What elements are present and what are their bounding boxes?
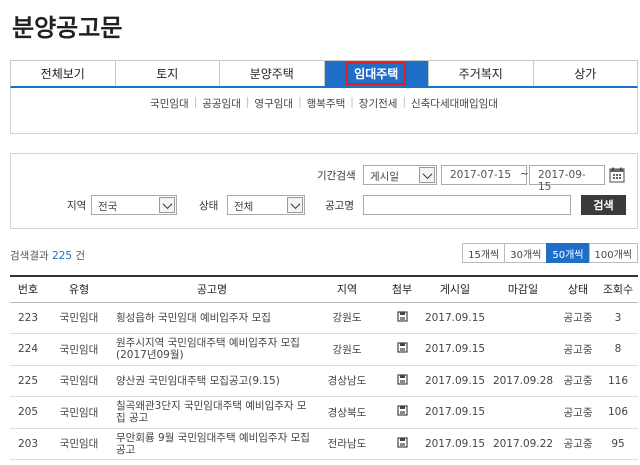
table-row[interactable]: 203 국민임대 무안회룡 9월 국민임대주택 예비입주자 모집 공고 전라남도… bbox=[10, 428, 638, 460]
tab-land[interactable]: 토지 bbox=[115, 61, 220, 86]
table-row[interactable]: 224 국민임대 원주시지역 국민임대주택 예비입주자 모집 (2017년09월… bbox=[10, 333, 638, 366]
col-header-no[interactable]: 번호 bbox=[10, 276, 46, 302]
file-icon[interactable] bbox=[396, 374, 408, 385]
tab-commercial[interactable]: 상가 bbox=[533, 61, 637, 86]
category-tabs: 전체보기 토지 분양주택 임대주택 주거복지 상가 bbox=[10, 60, 638, 88]
col-header-posted[interactable]: 게시일 bbox=[422, 276, 488, 302]
subnav-item-happy-housing[interactable]: 행복주택 bbox=[302, 96, 351, 111]
file-icon[interactable] bbox=[396, 437, 408, 448]
result-count: 검색결과 225 건 bbox=[10, 250, 86, 262]
subnav-panel: 국민임대 | 공공임대 | 영구임대 | 행복주택 | 장기전세 | 신축다세대매입임대 bbox=[10, 88, 638, 134]
tab-all[interactable]: 전체보기 bbox=[11, 61, 116, 86]
date-to-input[interactable]: 2017-09-15 bbox=[529, 165, 605, 193]
chevron-down-icon bbox=[419, 167, 435, 183]
status-select[interactable]: 전체 bbox=[227, 195, 305, 215]
tab-rental-housing[interactable]: 임대주택 bbox=[324, 61, 429, 86]
calendar-icon[interactable] bbox=[608, 166, 626, 184]
region-label: 지역 bbox=[67, 200, 87, 212]
col-header-title[interactable]: 공고명 bbox=[112, 276, 312, 302]
subnav-item-permanent-rental[interactable]: 영구임대 bbox=[249, 96, 298, 111]
search-panel: 기간검색 게시일 2017-07-15 ~ 2017-09-15 지역 전국 상… bbox=[10, 153, 638, 229]
subnav-item-public-rental[interactable]: 공공임대 bbox=[197, 96, 246, 111]
col-header-region[interactable]: 지역 bbox=[312, 276, 382, 302]
tab-housing-welfare[interactable]: 주거복지 bbox=[429, 61, 534, 86]
notice-title-link[interactable]: 양산권 국민임대주택 모집공고(9.15) bbox=[112, 365, 312, 397]
page-size-15[interactable]: 15개씩 bbox=[462, 243, 506, 263]
subnav-item-long-term-lease[interactable]: 장기전세 bbox=[354, 96, 403, 111]
status-label: 상태 bbox=[199, 200, 219, 212]
col-header-views[interactable]: 조회수 bbox=[598, 276, 638, 302]
subnav-item-national-rental[interactable]: 국민임대 bbox=[145, 96, 194, 111]
notice-title-link[interactable]: 원주시지역 국민임대주택 예비입주자 모집 (2017년09월) bbox=[112, 333, 312, 366]
table-row[interactable]: 223 국민임대 횡성읍하 국민임대 예비입주자 모집 강원도 2017.09.… bbox=[10, 302, 638, 334]
col-header-type[interactable]: 유형 bbox=[46, 276, 112, 302]
table-row[interactable]: 225 국민임대 양산권 국민임대주택 모집공고(9.15) 경상남도 2017… bbox=[10, 365, 638, 397]
notice-name-label: 공고명 bbox=[325, 200, 354, 212]
tab-sale-housing[interactable]: 분양주택 bbox=[220, 61, 325, 86]
col-header-deadline[interactable]: 마감일 bbox=[488, 276, 558, 302]
date-range-separator: ~ bbox=[520, 168, 529, 180]
table-row[interactable]: 205 국민임대 칠곡왜관3단지 국민임대주택 예비입주자 모집 공고 경상북도… bbox=[10, 396, 638, 429]
file-icon[interactable] bbox=[396, 405, 408, 416]
file-icon[interactable] bbox=[396, 311, 408, 322]
page-size-selector: 15개씩 30개씩 50개씩 100개씩 bbox=[462, 243, 638, 263]
chevron-down-icon bbox=[159, 197, 175, 213]
notice-title-link[interactable]: 칠곡왜관3단지 국민임대주택 예비입주자 모집 공고 bbox=[112, 396, 312, 429]
date-from-input[interactable]: 2017-07-15 bbox=[441, 165, 527, 185]
period-select[interactable]: 게시일 bbox=[363, 165, 437, 185]
page-size-30[interactable]: 30개씩 bbox=[504, 243, 548, 263]
period-label: 기간검색 bbox=[317, 170, 356, 182]
notice-title-link[interactable]: 횡성읍하 국민임대 예비입주자 모집 bbox=[112, 302, 312, 334]
page-size-50[interactable]: 50개씩 bbox=[546, 243, 590, 263]
notice-name-input[interactable] bbox=[363, 195, 571, 215]
notice-table: 번호 유형 공고명 지역 첨부 게시일 마감일 상태 조회수 223 국민임대 … bbox=[10, 275, 638, 460]
page-title: 분양공고문 bbox=[12, 14, 123, 42]
file-icon[interactable] bbox=[396, 342, 408, 353]
subnav: 국민임대 | 공공임대 | 영구임대 | 행복주택 | 장기전세 | 신축다세대매입임대 bbox=[11, 96, 637, 111]
notice-title-link[interactable]: 무안회룡 9월 국민임대주택 예비입주자 모집 공고 bbox=[112, 428, 312, 460]
subnav-item-new-multi-unit[interactable]: 신축다세대매입임대 bbox=[406, 96, 503, 111]
page-size-100[interactable]: 100개씩 bbox=[588, 243, 638, 263]
col-header-status[interactable]: 상태 bbox=[558, 276, 598, 302]
table-header-row: 번호 유형 공고명 지역 첨부 게시일 마감일 상태 조회수 bbox=[10, 276, 638, 302]
col-header-attachment[interactable]: 첨부 bbox=[382, 276, 422, 302]
search-button[interactable]: 검색 bbox=[581, 195, 626, 215]
region-select[interactable]: 전국 bbox=[91, 195, 177, 215]
chevron-down-icon bbox=[287, 197, 303, 213]
